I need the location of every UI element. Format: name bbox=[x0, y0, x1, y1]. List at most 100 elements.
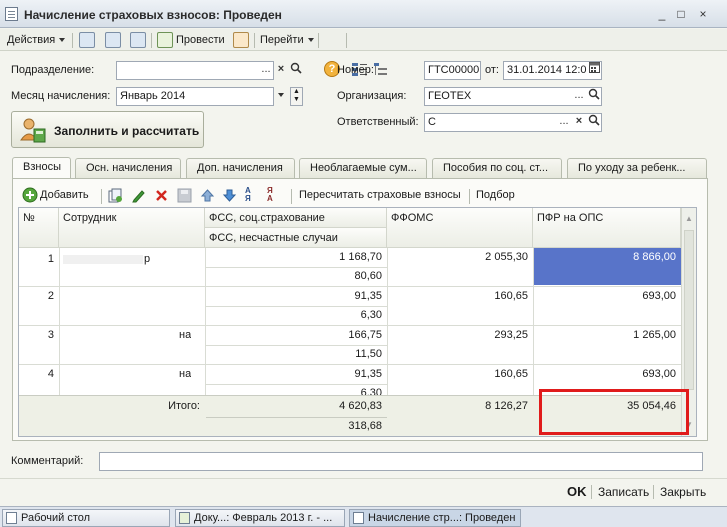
fss-accidents-value: 6,30 bbox=[360, 309, 382, 321]
select-dots-button[interactable]: ... bbox=[259, 62, 273, 79]
chevron-down-icon bbox=[307, 38, 314, 43]
move-down-icon[interactable] bbox=[222, 188, 237, 203]
taskbar: Рабочий стол Доку...: Февраль 2013 г. - … bbox=[0, 506, 727, 527]
delete-icon[interactable] bbox=[154, 188, 169, 203]
toolbar-divider bbox=[254, 33, 255, 48]
save-disabled-icon bbox=[177, 188, 192, 203]
number-field[interactable]: ГТС00000 bbox=[424, 61, 481, 80]
month-spinner[interactable]: ▲ ▼ bbox=[290, 87, 303, 106]
tab-contributions[interactable]: Взносы bbox=[12, 157, 71, 179]
person-calculate-icon bbox=[19, 116, 47, 144]
ffoms-value: 160,65 bbox=[494, 368, 528, 380]
taskbar-desktop[interactable]: Рабочий стол bbox=[2, 509, 170, 527]
total-label: Итого: bbox=[168, 400, 200, 412]
from-label: от: bbox=[485, 64, 499, 76]
fss-value: 1 168,70 bbox=[339, 251, 382, 263]
taskbar-current-label: Начисление стр...: Проведен bbox=[368, 512, 516, 524]
fill-and-calculate-button[interactable]: Заполнить и рассчитать bbox=[11, 111, 204, 148]
tab-child-care[interactable]: По уходу за ребенк... bbox=[567, 158, 707, 178]
add-button[interactable]: Добавить bbox=[40, 187, 89, 204]
redaction bbox=[63, 255, 143, 264]
table-row[interactable]: 1 р 1 168,70 80,60 2 055,30 8 866,00 bbox=[19, 248, 681, 286]
ffoms-value: 2 055,30 bbox=[485, 251, 528, 263]
subordinate-docs-icon[interactable] bbox=[373, 62, 388, 77]
subdivision-field[interactable] bbox=[116, 61, 274, 80]
document-icon bbox=[179, 512, 190, 524]
divider bbox=[0, 478, 727, 479]
pfr-value-selected[interactable]: 8 866,00 bbox=[534, 248, 681, 285]
search-icon[interactable] bbox=[587, 88, 601, 105]
move-up-icon[interactable] bbox=[200, 188, 215, 203]
tab-main-accruals[interactable]: Осн. начисления bbox=[75, 158, 181, 178]
taskbar-document[interactable]: Доку...: Февраль 2013 г. - ... bbox=[175, 509, 345, 527]
ffoms-value: 160,65 bbox=[494, 290, 528, 302]
taskbar-document-label: Доку...: Февраль 2013 г. - ... bbox=[194, 512, 333, 524]
minimize-button[interactable]: _ bbox=[655, 8, 669, 21]
toolbar-divider bbox=[346, 33, 347, 48]
edit-icon[interactable] bbox=[131, 188, 146, 203]
actions-menu[interactable]: Действия bbox=[7, 32, 66, 49]
column-header-fss-accidents[interactable]: ФСС, несчастные случаи bbox=[205, 228, 387, 248]
scroll-up-icon[interactable]: ▲ bbox=[685, 214, 693, 223]
search-icon[interactable] bbox=[587, 114, 601, 131]
table-row[interactable]: 2 91,35 6,30 160,65 693,00 bbox=[19, 287, 681, 325]
report-icon[interactable] bbox=[233, 32, 249, 48]
copy-icon[interactable] bbox=[108, 188, 123, 203]
search-icon[interactable] bbox=[289, 62, 303, 79]
subdivision-label: Подразделение: bbox=[11, 64, 95, 76]
total-fss-accidents: 318,68 bbox=[348, 420, 382, 432]
responsible-label: Ответственный: bbox=[337, 116, 419, 128]
toolbar-divider bbox=[151, 33, 152, 48]
select-button[interactable]: Подбор bbox=[476, 187, 515, 204]
sort-ascending-icon[interactable]: AЯ bbox=[245, 187, 261, 203]
select-dots-button[interactable]: ... bbox=[557, 114, 571, 131]
save-icon[interactable] bbox=[105, 32, 121, 48]
document-icon bbox=[5, 7, 18, 21]
tab-benefits[interactable]: Пособия по соц. ст... bbox=[432, 158, 562, 178]
organization-label: Организация: bbox=[337, 90, 407, 102]
refresh-icon[interactable] bbox=[130, 32, 146, 48]
fss-accidents-value: 80,60 bbox=[354, 270, 382, 282]
month-dropdown-button[interactable] bbox=[274, 88, 288, 105]
select-dots-button[interactable]: ... bbox=[572, 88, 586, 105]
column-header-employee[interactable]: Сотрудник bbox=[59, 208, 205, 248]
comment-label: Комментарий: bbox=[11, 455, 84, 467]
column-header-ffoms[interactable]: ФФОМС bbox=[387, 208, 533, 248]
month-label: Месяц начисления: bbox=[11, 90, 111, 102]
close-window-button[interactable]: × bbox=[696, 8, 710, 21]
chevron-down-icon bbox=[59, 38, 66, 43]
number-label: Номер: bbox=[337, 64, 374, 76]
post-and-close-icon[interactable] bbox=[79, 32, 95, 48]
toolbar-divider bbox=[469, 189, 470, 204]
column-header-pfr[interactable]: ПФР на ОПС bbox=[533, 208, 681, 248]
column-header-fss[interactable]: ФСС, соц.страхование bbox=[205, 208, 387, 228]
maximize-button[interactable]: □ bbox=[674, 8, 688, 21]
recalculate-button[interactable]: Пересчитать страховые взносы bbox=[299, 187, 461, 204]
fss-accidents-value: 6,30 bbox=[360, 387, 382, 395]
close-button[interactable]: Закрыть bbox=[660, 485, 706, 499]
post-button[interactable]: Провести bbox=[176, 32, 225, 49]
button-divider bbox=[653, 485, 654, 499]
total-ffoms: 8 126,27 bbox=[485, 400, 528, 412]
scroll-thumb[interactable] bbox=[684, 230, 694, 390]
save-button[interactable]: Записать bbox=[598, 485, 649, 499]
sort-descending-icon[interactable]: ЯA bbox=[267, 187, 283, 203]
fss-value: 91,35 bbox=[354, 368, 382, 380]
comment-field[interactable] bbox=[99, 452, 703, 471]
month-field[interactable]: Январь 2014 bbox=[116, 87, 274, 106]
goto-menu[interactable]: Перейти bbox=[260, 32, 314, 49]
clear-button[interactable]: × bbox=[572, 114, 586, 131]
tab-additional-accruals[interactable]: Доп. начисления bbox=[186, 158, 295, 178]
row-number: 4 bbox=[47, 368, 54, 380]
clear-button[interactable]: × bbox=[274, 62, 288, 79]
total-fss: 4 620,83 bbox=[339, 400, 382, 412]
column-header-number[interactable]: № bbox=[19, 208, 59, 248]
window-title: Начисление страховых взносов: Проведен bbox=[24, 8, 282, 22]
ok-button[interactable]: OK bbox=[567, 484, 587, 499]
tab-non-taxable[interactable]: Необлагаемые сум... bbox=[299, 158, 427, 178]
pfr-value: 693,00 bbox=[642, 290, 676, 302]
row-number: 2 bbox=[47, 290, 54, 302]
calendar-icon[interactable] bbox=[587, 62, 601, 79]
table-row[interactable]: 3 на 166,75 11,50 293,25 1 265,00 bbox=[19, 326, 681, 364]
taskbar-current-document[interactable]: Начисление стр...: Проведен bbox=[349, 509, 521, 527]
